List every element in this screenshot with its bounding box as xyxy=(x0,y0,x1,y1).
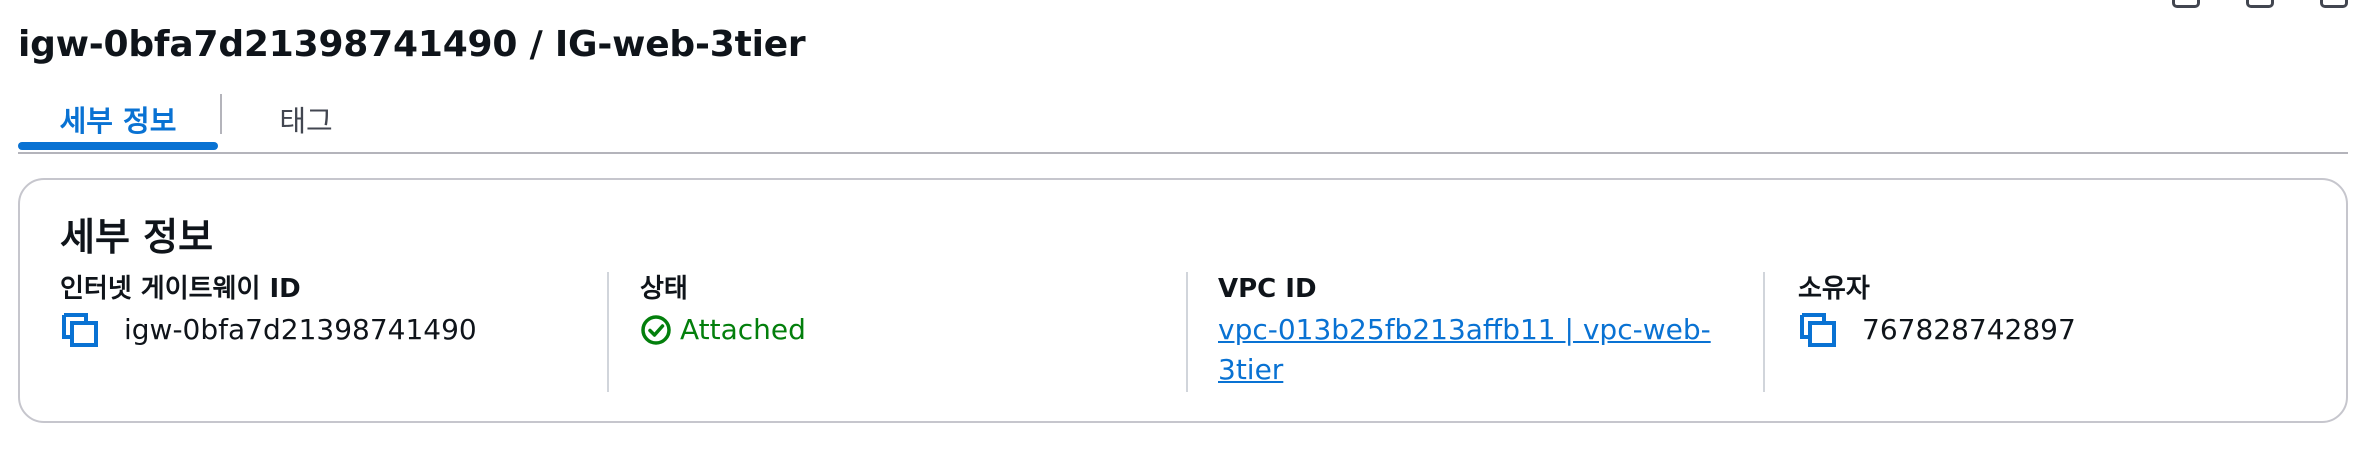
tab-divider xyxy=(220,94,222,134)
column-divider xyxy=(607,272,609,392)
vpc-id-field: VPC ID vpc-013b25fb213affb11 | vpc-web-3… xyxy=(1218,272,1738,390)
state-label: 상태 xyxy=(640,274,688,304)
check-circle-icon xyxy=(641,315,671,345)
owner-field: 소유자 767828742897 xyxy=(1798,272,2358,350)
toolbar-icons xyxy=(2172,0,2348,8)
igw-id-field: 인터넷 게이트웨이 ID igw-0bfa7d21398741490 xyxy=(60,272,620,350)
igw-id-value: igw-0bfa7d21398741490 xyxy=(124,313,477,346)
owner-label: 소유자 xyxy=(1798,274,1870,304)
details-panel: 세부 정보 인터넷 게이트웨이 ID igw-0bfa7d21398741490… xyxy=(18,178,2348,423)
column-divider xyxy=(1763,272,1765,392)
state-field: 상태 Attached xyxy=(640,272,1200,350)
copy-icon[interactable] xyxy=(1798,311,1838,349)
igw-id-label: 인터넷 게이트웨이 ID xyxy=(60,274,301,304)
tab-bar: 세부 정보 태그 xyxy=(18,88,2348,154)
tab-active-indicator xyxy=(18,142,218,150)
tab-tags[interactable]: 태그 xyxy=(241,88,371,150)
vpc-id-label: VPC ID xyxy=(1218,274,1317,304)
toolbar-icon-3[interactable] xyxy=(2320,0,2348,8)
details-heading: 세부 정보 xyxy=(60,215,214,259)
copy-icon[interactable] xyxy=(60,311,100,349)
state-value: Attached xyxy=(680,313,806,346)
page-title: igw-0bfa7d21398741490 / IG-web-3tier xyxy=(18,24,806,65)
toolbar-icon-1[interactable] xyxy=(2172,0,2200,8)
vpc-id-link[interactable]: vpc-013b25fb213affb11 | vpc-web-3tier xyxy=(1218,310,1738,390)
tab-details[interactable]: 세부 정보 xyxy=(18,88,218,150)
column-divider xyxy=(1186,272,1188,392)
toolbar-icon-2[interactable] xyxy=(2246,0,2274,8)
owner-value: 767828742897 xyxy=(1862,313,2076,346)
